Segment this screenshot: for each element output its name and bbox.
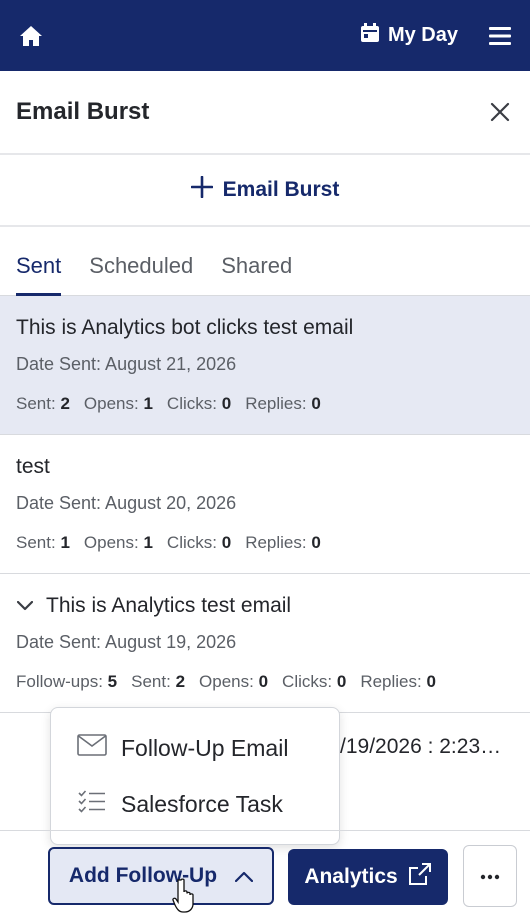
email-stats: Follow-ups: 5 Sent: 2 Opens: 0 Clicks: 0… — [16, 672, 436, 692]
footer-bar: Add Follow-Up Analytics — [0, 830, 530, 915]
new-email-burst-button[interactable]: Email Burst — [0, 155, 530, 227]
new-email-burst-label: Email Burst — [222, 178, 340, 201]
email-subject: This is Analytics test email — [46, 594, 292, 617]
email-stats: Sent: 1 Opens: 1 Clicks: 0 Replies: 0 — [16, 533, 321, 553]
list-item[interactable]: This is Analytics bot clicks test email … — [0, 296, 530, 435]
tab-shared[interactable]: Shared — [221, 253, 292, 295]
stat-label: Sent: — [16, 394, 56, 413]
external-link-icon — [408, 862, 432, 892]
stat-label: Clicks: — [166, 533, 217, 552]
plus-icon — [190, 175, 213, 204]
more-icon — [480, 867, 500, 885]
stat-value: 2 — [175, 672, 186, 691]
list-item[interactable]: test Date Sent: August 20, 2026 Sent: 1 … — [0, 435, 530, 574]
stat-label: Sent: — [131, 672, 171, 691]
stat-label: Replies: — [245, 533, 307, 552]
email-subject-row: This is Analytics test email — [16, 594, 291, 618]
stat-label: Replies: — [245, 394, 307, 413]
hamburger-menu-icon[interactable] — [488, 24, 512, 48]
email-date: Date Sent: August 21, 2026 — [16, 354, 237, 374]
email-date: Date Sent: August 20, 2026 — [16, 493, 237, 513]
stat-label: Opens: — [83, 394, 139, 413]
stat-label: Replies: — [360, 672, 422, 691]
stat-value: 0 — [311, 533, 321, 552]
stat-value: 0 — [336, 672, 347, 691]
stat-value: 0 — [426, 672, 436, 691]
menu-item-salesforce-task[interactable]: Salesforce Task — [51, 776, 339, 832]
stat-value: 0 — [221, 394, 232, 413]
menu-item-follow-up-email[interactable]: Follow-Up Email — [51, 720, 339, 776]
tab-sent[interactable]: Sent — [16, 253, 62, 296]
stat-value: 0 — [221, 533, 232, 552]
stat-label: Opens: — [199, 672, 254, 691]
close-icon[interactable] — [486, 98, 514, 126]
stat-value: 5 — [107, 672, 118, 691]
checklist-icon — [77, 789, 107, 819]
email-subject: test — [16, 455, 50, 478]
my-day-label: My Day — [387, 24, 458, 46]
email-subject: This is Analytics bot clicks test email — [16, 316, 354, 339]
my-day-button[interactable]: My Day — [360, 22, 458, 49]
tab-bar: Sent Scheduled Shared — [0, 227, 530, 296]
stat-label: Clicks: — [166, 394, 217, 413]
list-item[interactable]: This is Analytics test email Date Sent: … — [0, 574, 530, 713]
chevron-up-icon — [234, 864, 254, 888]
tab-scheduled[interactable]: Scheduled — [89, 253, 193, 295]
analytics-button[interactable]: Analytics — [288, 849, 448, 905]
stat-label: Clicks: — [282, 672, 333, 691]
add-follow-up-label: Add Follow-Up — [68, 864, 218, 887]
email-date: Date Sent: August 19, 2026 — [16, 632, 237, 652]
page-title: Email Burst — [16, 98, 150, 125]
email-stats: Sent: 2 Opens: 1 Clicks: 0 Replies: 0 — [16, 394, 321, 414]
stat-label: Follow-ups: — [16, 672, 103, 691]
envelope-icon — [77, 734, 107, 762]
calendar-icon — [360, 22, 380, 49]
stat-value: 1 — [60, 533, 70, 552]
chevron-down-icon[interactable] — [16, 597, 34, 615]
panel-header: Email Burst — [0, 71, 530, 155]
stat-label: Sent: — [16, 533, 56, 552]
home-icon[interactable] — [18, 23, 44, 49]
stat-value: 2 — [60, 394, 70, 413]
more-options-button[interactable] — [463, 845, 517, 907]
stat-value: 0 — [258, 672, 269, 691]
stat-value: 1 — [143, 533, 153, 552]
analytics-label: Analytics — [304, 865, 398, 888]
stat-label: Opens: — [83, 533, 139, 552]
add-follow-up-menu: Follow-Up Email Salesforce Task — [50, 707, 340, 845]
stat-value: 1 — [143, 394, 153, 413]
add-follow-up-button[interactable]: Add Follow-Up — [48, 847, 274, 905]
email-list: This is Analytics bot clicks test email … — [0, 296, 530, 713]
stat-value: 0 — [311, 394, 321, 413]
follow-up-scheduled-text: /19/2026 : 2:23… — [340, 735, 502, 758]
top-nav-bar: My Day — [0, 0, 530, 71]
menu-item-label: Salesforce Task — [121, 790, 283, 817]
menu-item-label: Follow-Up Email — [121, 734, 289, 761]
